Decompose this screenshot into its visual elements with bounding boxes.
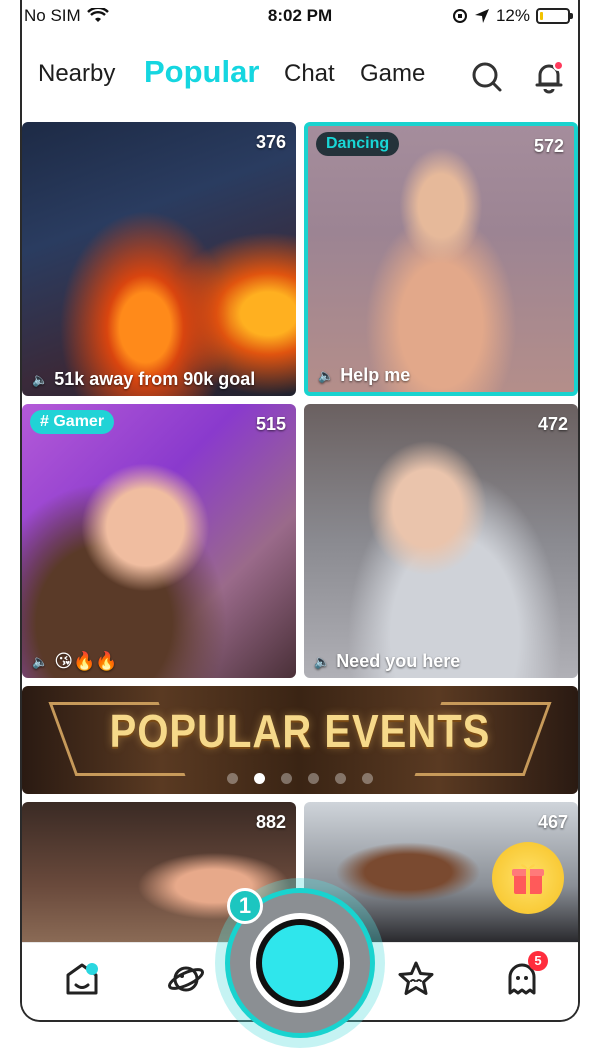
pagination-dot[interactable]	[308, 773, 319, 784]
home-icon[interactable]	[62, 959, 102, 999]
notification-dot	[553, 60, 564, 71]
viewer-count: 472	[537, 414, 568, 434]
speaker-icon: 🔈	[32, 653, 49, 669]
location-icon	[474, 9, 489, 23]
orientation-lock-icon	[452, 9, 467, 23]
star-face-icon[interactable]	[396, 959, 436, 999]
caption-text: Need you here	[336, 651, 461, 671]
pagination-dot[interactable]	[362, 773, 373, 784]
speaker-icon: 🔈	[318, 367, 335, 383]
category-tag: # Gamer	[30, 410, 115, 434]
tab-chat[interactable]: Chat	[284, 60, 335, 88]
stream-caption: 🔈 Help me	[318, 365, 410, 386]
viewer-count: 467	[537, 812, 568, 832]
tab-nearby[interactable]: Nearby	[38, 60, 115, 88]
notifications-button[interactable]	[532, 60, 566, 94]
stream-caption: 🔈 😘🔥🔥	[32, 651, 118, 672]
record-icon	[262, 925, 338, 1001]
gift-button[interactable]	[492, 842, 564, 914]
battery-icon	[536, 8, 573, 24]
stream-card[interactable]: Dancing 572 🔈 Help me	[304, 122, 578, 396]
step-badge: 1	[227, 888, 263, 924]
status-right: 12%	[452, 6, 573, 26]
search-icon[interactable]	[470, 60, 504, 94]
stream-caption: 🔈 51k away from 90k goal	[32, 369, 255, 390]
pagination-dot[interactable]	[335, 773, 346, 784]
banner-pagination	[22, 773, 578, 784]
stream-card[interactable]: 472 🔈 Need you here	[304, 404, 578, 678]
go-live-button[interactable]: 1	[215, 878, 385, 1048]
events-banner[interactable]: POPULAR EVENTS	[22, 686, 578, 794]
category-tag: Dancing	[316, 132, 400, 156]
stream-caption: 🔈 Need you here	[314, 651, 460, 672]
banner-title: POPULAR EVENTS	[109, 706, 491, 758]
tab-game[interactable]: Game	[360, 60, 425, 88]
pagination-dot[interactable]	[254, 773, 265, 784]
pagination-dot[interactable]	[227, 773, 238, 784]
viewer-count: 572	[533, 136, 564, 156]
status-bar: No SIM 8:02 PM 12%	[22, 0, 578, 32]
viewer-count: 882	[255, 812, 286, 832]
speaker-icon: 🔈	[314, 653, 331, 669]
stream-card[interactable]: # Gamer 515 🔈 😘🔥🔥	[22, 404, 296, 678]
viewer-count: 515	[255, 414, 286, 434]
caption-text: 😘🔥🔥	[54, 651, 118, 671]
gift-icon	[512, 864, 544, 894]
caption-text: 51k away from 90k goal	[54, 369, 256, 389]
phone-screen: No SIM 8:02 PM 12% Nearby Popular Chat G…	[20, 0, 580, 1022]
top-nav: Nearby Popular Chat Game	[22, 52, 578, 102]
battery-fill	[540, 12, 544, 20]
unread-badge: 5	[528, 951, 548, 971]
messages-tab[interactable]: 5	[502, 951, 548, 999]
stream-card[interactable]: 376 🔈 51k away from 90k goal	[22, 122, 296, 396]
caption-text: Help me	[340, 365, 411, 385]
planet-icon[interactable]	[166, 959, 206, 999]
viewer-count: 376	[255, 132, 286, 152]
battery-percent: 12%	[495, 6, 530, 25]
speaker-icon: 🔈	[32, 371, 49, 387]
pagination-dot[interactable]	[281, 773, 292, 784]
tab-popular[interactable]: Popular	[144, 54, 259, 90]
